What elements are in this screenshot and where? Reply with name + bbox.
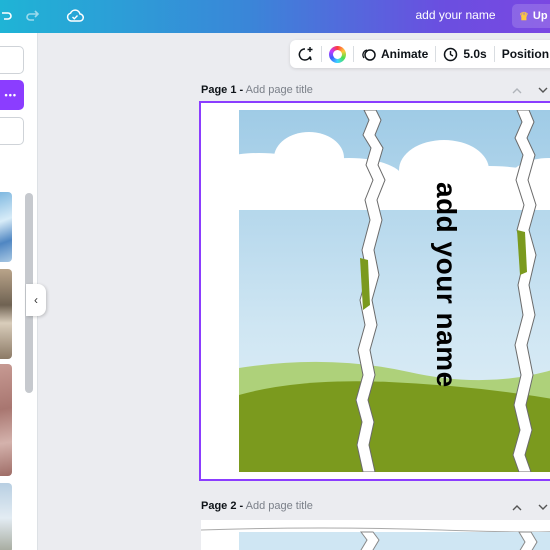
page-number: Page 1 -: [201, 84, 244, 96]
cloud-save-icon[interactable]: [64, 5, 86, 27]
page-2-illustration: [201, 527, 550, 550]
document-title[interactable]: add your name: [408, 8, 503, 22]
page-title-input[interactable]: Add page title: [246, 500, 313, 512]
duration-button[interactable]: 5.0s: [436, 40, 493, 68]
redo-icon[interactable]: [22, 5, 44, 27]
color-wheel-icon: [329, 45, 346, 63]
color-button[interactable]: [322, 40, 353, 68]
page-2-header: Page 2 - Add page title: [201, 500, 313, 512]
filter-input[interactable]: [0, 117, 24, 145]
animate-icon: [362, 48, 376, 61]
duration-label: 5.0s: [463, 47, 487, 61]
canvas-text[interactable]: add your name: [430, 182, 462, 388]
add-comment-button[interactable]: [290, 40, 321, 68]
upgrade-button[interactable]: ♛ Up: [512, 4, 550, 28]
comment-add-icon: [298, 46, 313, 61]
page-number: Page 2 -: [201, 500, 244, 512]
template-thumbnail[interactable]: [0, 192, 12, 262]
page-1-canvas[interactable]: [239, 110, 550, 472]
template-thumbnail[interactable]: [0, 269, 12, 359]
position-label: Position: [501, 47, 550, 61]
top-bar: add your name ♛ Up: [0, 0, 550, 33]
collapse-panel-button[interactable]: ‹: [26, 284, 46, 316]
chevron-left-icon: ‹: [34, 293, 38, 307]
more-options-button[interactable]: •••: [0, 80, 24, 110]
upgrade-label: Up: [532, 10, 548, 22]
template-thumbnail[interactable]: [0, 483, 12, 550]
animate-label: Animate: [381, 47, 429, 61]
undo-icon[interactable]: [0, 5, 16, 27]
landscape-illustration: [239, 110, 550, 472]
position-button[interactable]: Position: [495, 40, 550, 68]
crown-icon: ♛: [519, 10, 529, 23]
animate-button[interactable]: Animate: [354, 40, 435, 68]
page-2-canvas[interactable]: [201, 520, 550, 550]
chevron-down-icon[interactable]: [536, 83, 550, 97]
chevron-up-icon[interactable]: [510, 500, 524, 514]
editor-toolbar: Animate 5.0s Position: [290, 40, 550, 68]
page-1-header: Page 1 - Add page title: [201, 84, 313, 96]
search-input[interactable]: [0, 46, 24, 74]
clock-icon: [444, 47, 458, 61]
chevron-up-icon[interactable]: [510, 83, 524, 97]
chevron-down-icon[interactable]: [536, 500, 550, 514]
page-title-input[interactable]: Add page title: [246, 84, 313, 96]
template-thumbnail[interactable]: [0, 364, 12, 476]
